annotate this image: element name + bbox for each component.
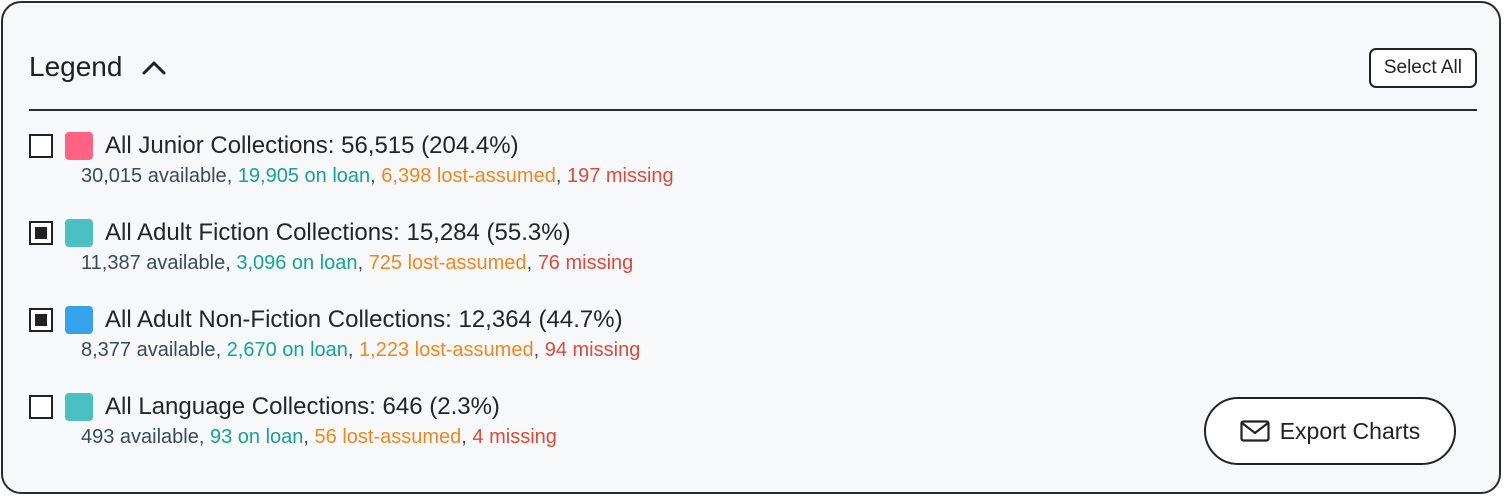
on-loan-count: 19,905 on loan [237,165,371,187]
item-stats: 30,015 available, 19,905 on loan, 6,398 … [81,165,674,187]
color-swatch [65,219,93,247]
on-loan-count: 2,670 on loan [226,339,348,361]
available-count: 11,387 available [81,252,226,274]
item-label: All Language Collections: 646 (2.3%) [105,393,500,420]
item-stats: 11,387 available, 3,096 on loan, 725 los… [81,252,634,274]
legend-checkbox[interactable] [29,308,53,332]
missing-count: 94 missing [544,339,641,361]
legend-item-language: All Language Collections: 646 (2.3%) 493… [29,392,557,449]
legend-checkbox[interactable] [29,395,53,419]
missing-count: 197 missing [566,165,674,187]
lost-count: 725 lost-assumed [368,252,527,274]
select-all-button[interactable]: Select All [1368,48,1477,88]
item-label: All Adult Non-Fiction Collections: 12,36… [105,306,623,333]
item-stats: 8,377 available, 2,670 on loan, 1,223 lo… [81,339,641,361]
on-loan-count: 3,096 on loan [236,252,358,274]
chevron-up-icon[interactable] [140,57,168,77]
available-count: 8,377 available [81,339,216,361]
legend-item-adult-non-fiction: All Adult Non-Fiction Collections: 12,36… [29,305,640,362]
available-count: 493 available [81,426,199,448]
divider [29,109,1477,111]
lost-count: 1,223 lost-assumed [359,339,534,361]
available-count: 30,015 available [81,165,227,187]
missing-count: 76 missing [537,252,634,274]
legend-header[interactable]: Legend [29,51,168,83]
color-swatch [65,393,93,421]
item-label: All Junior Collections: 56,515 (204.4%) [105,132,519,159]
lost-count: 6,398 lost-assumed [381,165,556,187]
legend-title: Legend [29,51,123,82]
envelope-icon [1240,420,1270,442]
missing-count: 4 missing [472,426,557,448]
legend-checkbox[interactable] [29,134,53,158]
color-swatch [65,306,93,334]
legend-item-junior: All Junior Collections: 56,515 (204.4%) … [29,131,674,188]
export-charts-button[interactable]: Export Charts [1204,397,1456,465]
legend-checkbox[interactable] [29,221,53,245]
item-stats: 493 available, 93 on loan, 56 lost-assum… [81,426,557,448]
export-charts-label: Export Charts [1279,417,1421,444]
legend-item-adult-fiction: All Adult Fiction Collections: 15,284 (5… [29,218,633,275]
lost-count: 56 lost-assumed [314,426,462,448]
on-loan-count: 93 on loan [210,426,304,448]
item-label: All Adult Fiction Collections: 15,284 (5… [105,219,571,246]
color-swatch [65,132,93,160]
